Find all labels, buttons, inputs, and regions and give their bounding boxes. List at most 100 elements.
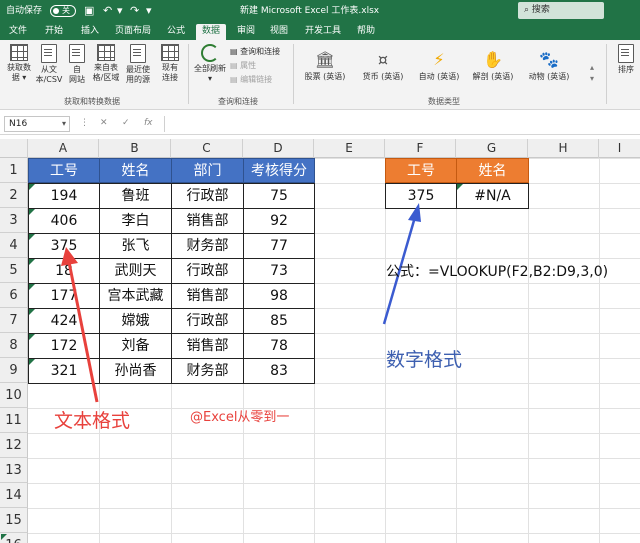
row-header[interactable]: 12	[0, 433, 28, 458]
undo-icon[interactable]: ↶	[103, 4, 112, 18]
row-header[interactable]: 1	[0, 158, 28, 183]
queries-connections-button[interactable]: ▤ 查询和连接	[230, 46, 280, 57]
column-header-b[interactable]: B	[99, 139, 171, 158]
table-cell[interactable]: 98	[243, 283, 315, 309]
column-header-e[interactable]: E	[314, 139, 385, 158]
tab-formulas[interactable]: 公式	[167, 25, 185, 38]
save-icon[interactable]: ▣	[84, 4, 94, 18]
table-header-cell[interactable]: 部门	[171, 158, 244, 183]
table-cell[interactable]: 375	[28, 233, 100, 259]
datatype-auto-button[interactable]: ⚡ 自动 (英语)	[416, 48, 462, 88]
table-header-cell[interactable]: 考核得分	[243, 158, 315, 183]
tab-developer[interactable]: 开发工具	[305, 25, 341, 38]
get-data-button[interactable]: 获取数 据 ▾	[2, 44, 36, 83]
row-header[interactable]: 3	[0, 208, 28, 233]
lookup-header-cell[interactable]: 工号	[385, 158, 457, 183]
datatype-animals-button[interactable]: 🐾 动物 (英语)	[526, 48, 572, 88]
redo-icon[interactable]: ↷	[130, 4, 139, 18]
search-box[interactable]: ⌕ 搜索	[518, 2, 604, 19]
row-header[interactable]: 4	[0, 233, 28, 258]
table-cell[interactable]: 财务部	[171, 358, 244, 384]
row-header[interactable]: 9	[0, 358, 28, 383]
existing-connections-button[interactable]: 现有 连接	[156, 44, 184, 83]
row-header[interactable]: 14	[0, 483, 28, 508]
row-header[interactable]: 10	[0, 383, 28, 408]
lookup-value-cell[interactable]: 375	[385, 183, 457, 209]
table-cell[interactable]: 销售部	[171, 283, 244, 309]
column-header-f[interactable]: F	[385, 139, 456, 158]
table-cell[interactable]: 武则天	[99, 258, 172, 284]
table-cell[interactable]: 85	[243, 308, 315, 334]
refresh-all-button[interactable]: 全部刷新 ▾	[192, 44, 228, 84]
formula-input[interactable]	[164, 116, 638, 132]
table-cell[interactable]: 宫本武藏	[99, 283, 172, 309]
datatype-stocks-button[interactable]: 🏛 股票 (英语)	[302, 48, 348, 88]
table-cell[interactable]: 83	[243, 358, 315, 384]
undo-dropdown-icon[interactable]: ▾	[117, 4, 123, 18]
table-cell[interactable]: 406	[28, 208, 100, 234]
row-header[interactable]: 6	[0, 283, 28, 308]
tab-file[interactable]: 文件	[9, 25, 27, 38]
table-cell[interactable]: 321	[28, 358, 100, 384]
column-header-i[interactable]: I	[599, 139, 640, 158]
gallery-more-icon[interactable]: ▴ ▾	[590, 62, 594, 84]
table-cell[interactable]: 73	[243, 258, 315, 284]
column-header-d[interactable]: D	[243, 139, 314, 158]
customize-toolbar-icon[interactable]: ▾	[146, 4, 152, 18]
sort-button[interactable]: 排序	[612, 44, 640, 75]
row-header[interactable]: 5	[0, 258, 28, 283]
enter-icon[interactable]: ✓	[122, 118, 130, 128]
properties-button[interactable]: ▤ 属性	[230, 60, 256, 71]
table-cell[interactable]: 194	[28, 183, 100, 209]
datatype-anatomy-button[interactable]: ✋ 解剖 (英语)	[470, 48, 516, 88]
table-cell[interactable]: 张飞	[99, 233, 172, 259]
recent-sources-button[interactable]: 最近使 用的源	[122, 44, 154, 85]
datatype-currency-button[interactable]: ¤ 货币 (英语)	[360, 48, 406, 88]
table-cell[interactable]: 172	[28, 333, 100, 359]
table-cell[interactable]: 92	[243, 208, 315, 234]
insert-function-icon[interactable]: fx	[144, 118, 153, 128]
row-header[interactable]: 13	[0, 458, 28, 483]
autosave-toggle[interactable]: 关	[50, 5, 76, 17]
row-header[interactable]: 8	[0, 333, 28, 358]
column-header-a[interactable]: A	[28, 139, 99, 158]
table-cell[interactable]: 177	[28, 283, 100, 309]
table-cell[interactable]: 77	[243, 233, 315, 259]
select-all-corner[interactable]	[0, 139, 28, 158]
table-cell[interactable]: 销售部	[171, 333, 244, 359]
table-cell[interactable]: 行政部	[171, 258, 244, 284]
column-header-g[interactable]: G	[456, 139, 528, 158]
column-header-c[interactable]: C	[171, 139, 243, 158]
table-header-cell[interactable]: 工号	[28, 158, 100, 183]
name-box[interactable]: N16	[4, 116, 70, 132]
row-header[interactable]: 11	[0, 408, 28, 433]
from-csv-button[interactable]: 从文 本/CSV	[34, 44, 64, 85]
tab-home[interactable]: 开始	[45, 25, 63, 38]
table-cell[interactable]: 李白	[99, 208, 172, 234]
table-cell[interactable]: 孙尚香	[99, 358, 172, 384]
table-cell[interactable]: 行政部	[171, 308, 244, 334]
column-header-h[interactable]: H	[528, 139, 599, 158]
from-web-button[interactable]: 自 网站	[64, 44, 90, 85]
cancel-icon[interactable]: ✕	[100, 118, 108, 128]
table-cell[interactable]: 嫦娥	[99, 308, 172, 334]
lookup-header-cell[interactable]: 姓名	[456, 158, 529, 183]
row-header[interactable]: 7	[0, 308, 28, 333]
table-cell[interactable]: 财务部	[171, 233, 244, 259]
tab-view[interactable]: 视图	[270, 25, 288, 38]
tab-insert[interactable]: 插入	[81, 25, 99, 38]
tab-help[interactable]: 帮助	[357, 25, 375, 38]
table-cell[interactable]: 18	[28, 258, 100, 284]
table-cell[interactable]: 75	[243, 183, 315, 209]
table-header-cell[interactable]: 姓名	[99, 158, 172, 183]
row-header[interactable]: 15	[0, 508, 28, 533]
table-cell[interactable]: 行政部	[171, 183, 244, 209]
table-cell[interactable]: 鲁班	[99, 183, 172, 209]
table-cell[interactable]: 78	[243, 333, 315, 359]
tab-page-layout[interactable]: 页面布局	[115, 25, 151, 38]
row-header[interactable]: 2	[0, 183, 28, 208]
table-cell[interactable]: 销售部	[171, 208, 244, 234]
table-cell[interactable]: 刘备	[99, 333, 172, 359]
from-table-button[interactable]: 来自表 格/区域	[90, 44, 122, 83]
tab-review[interactable]: 审阅	[237, 25, 255, 38]
